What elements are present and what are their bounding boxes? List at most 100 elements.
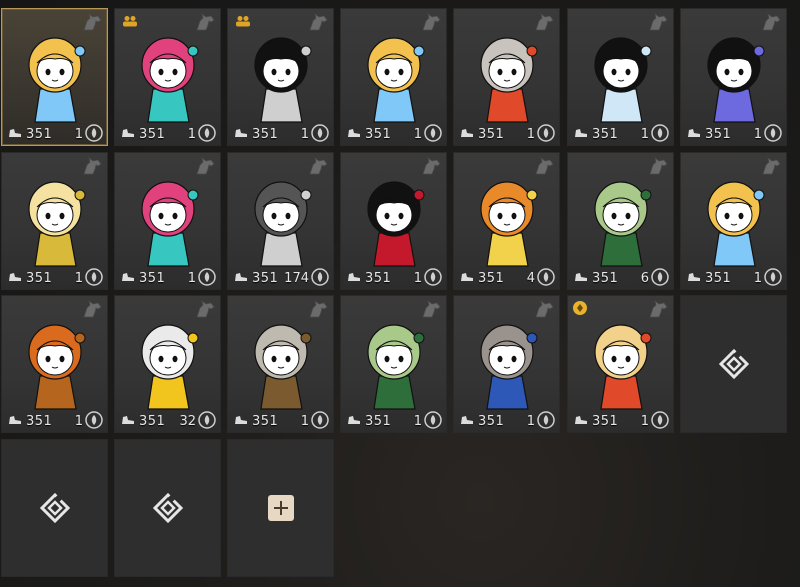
level-shoe-icon — [575, 416, 587, 424]
character-card[interactable]: 351 1 — [567, 8, 674, 146]
character-count: 32 — [179, 414, 196, 429]
character-card[interactable]: 351 1 — [680, 152, 787, 290]
character-count: 174 — [284, 271, 309, 286]
card-footer: 351 1 — [341, 121, 446, 145]
character-count: 4 — [526, 271, 535, 286]
character-count: 1 — [187, 271, 196, 286]
character-level: 351 — [365, 127, 392, 142]
level-shoe-icon — [575, 129, 587, 137]
character-card[interactable]: 351 1 — [1, 8, 108, 146]
character-card[interactable]: 351 1 — [453, 295, 560, 433]
rank-flame-icon — [537, 268, 555, 286]
level-shoe-icon — [575, 273, 587, 281]
level-shoe-icon — [122, 129, 134, 137]
character-card[interactable]: 351 1 — [1, 152, 108, 290]
character-card[interactable]: 351 32 — [114, 295, 221, 433]
character-level: 351 — [592, 271, 619, 286]
character-card[interactable]: 351 1 — [114, 8, 221, 146]
character-card[interactable]: 351 1 — [227, 295, 334, 433]
character-portrait — [141, 181, 199, 267]
character-portrait — [480, 37, 538, 123]
level-shoe-icon — [348, 273, 360, 281]
character-level: 351 — [139, 414, 166, 429]
character-level: 351 — [365, 271, 392, 286]
character-portrait — [254, 181, 312, 267]
rank-flame-icon — [85, 124, 103, 142]
roster-screen: { "cards": [ {"level":"351","count":"1",… — [0, 0, 800, 587]
rank-flame-icon — [764, 268, 782, 286]
character-level: 351 — [252, 414, 279, 429]
empty-slot-icon — [152, 493, 183, 523]
card-footer: 351 1 — [341, 265, 446, 289]
rank-flame-icon — [311, 124, 329, 142]
character-card[interactable]: 351 1 — [114, 152, 221, 290]
card-footer: 351 1 — [115, 121, 220, 145]
level-shoe-icon — [9, 416, 21, 424]
level-shoe-icon — [122, 273, 134, 281]
character-level: 351 — [139, 271, 166, 286]
character-card[interactable]: 351 1 — [680, 8, 787, 146]
character-card[interactable]: 351 1 — [340, 295, 447, 433]
character-card[interactable]: 351 1 — [1, 295, 108, 433]
level-shoe-icon — [348, 129, 360, 137]
character-level: 351 — [705, 127, 732, 142]
rank-flame-icon — [311, 411, 329, 429]
level-shoe-icon — [235, 416, 247, 424]
card-footer: 351 1 — [681, 121, 786, 145]
card-footer: 351 1 — [228, 121, 333, 145]
character-level: 351 — [26, 127, 53, 142]
character-level: 351 — [26, 414, 53, 429]
character-count: 1 — [187, 127, 196, 142]
character-card[interactable]: 351 1 — [340, 152, 447, 290]
character-level: 351 — [478, 414, 505, 429]
rank-flame-icon — [198, 268, 216, 286]
character-count: 1 — [74, 271, 83, 286]
character-portrait — [367, 37, 425, 123]
empty-character-slot[interactable] — [1, 439, 108, 577]
card-footer: 351 1 — [2, 408, 107, 432]
character-card[interactable]: 351 1 — [227, 8, 334, 146]
add-slot-card[interactable] — [227, 439, 334, 577]
card-footer: 351 1 — [568, 408, 673, 432]
card-footer: 351 1 — [341, 408, 446, 432]
character-count: 6 — [640, 271, 649, 286]
character-card[interactable]: 351 6 — [567, 152, 674, 290]
character-portrait — [254, 37, 312, 123]
card-footer: 351 32 — [115, 408, 220, 432]
character-level: 351 — [252, 127, 279, 142]
character-portrait — [594, 324, 652, 410]
character-count: 1 — [413, 414, 422, 429]
character-card[interactable]: 351 1 — [340, 8, 447, 146]
card-footer: 351 1 — [568, 121, 673, 145]
character-portrait — [594, 181, 652, 267]
character-portrait — [707, 37, 765, 123]
empty-character-slot[interactable] — [680, 295, 787, 433]
character-level: 351 — [26, 271, 53, 286]
empty-character-slot[interactable] — [114, 439, 221, 577]
card-footer: 351 4 — [454, 265, 559, 289]
character-level: 351 — [139, 127, 166, 142]
card-footer: 351 1 — [115, 265, 220, 289]
character-portrait — [28, 324, 86, 410]
add-slot-button[interactable] — [267, 495, 294, 521]
character-count: 1 — [640, 127, 649, 142]
character-portrait — [707, 181, 765, 267]
rank-flame-icon — [651, 411, 669, 429]
character-card[interactable]: 351 1 — [453, 8, 560, 146]
rank-flame-icon — [85, 268, 103, 286]
character-portrait — [594, 37, 652, 123]
character-card[interactable]: 351 1 — [567, 295, 674, 433]
rank-flame-icon — [424, 124, 442, 142]
character-card[interactable]: 351 174 — [227, 152, 334, 290]
character-level: 351 — [705, 271, 732, 286]
character-portrait — [480, 324, 538, 410]
level-shoe-icon — [688, 129, 700, 137]
level-shoe-icon — [9, 129, 21, 137]
rank-flame-icon — [424, 411, 442, 429]
card-footer: 351 1 — [2, 265, 107, 289]
character-portrait — [367, 181, 425, 267]
character-portrait — [367, 324, 425, 410]
card-footer: 351 1 — [2, 121, 107, 145]
empty-slot-icon — [39, 493, 70, 523]
character-card[interactable]: 351 4 — [453, 152, 560, 290]
